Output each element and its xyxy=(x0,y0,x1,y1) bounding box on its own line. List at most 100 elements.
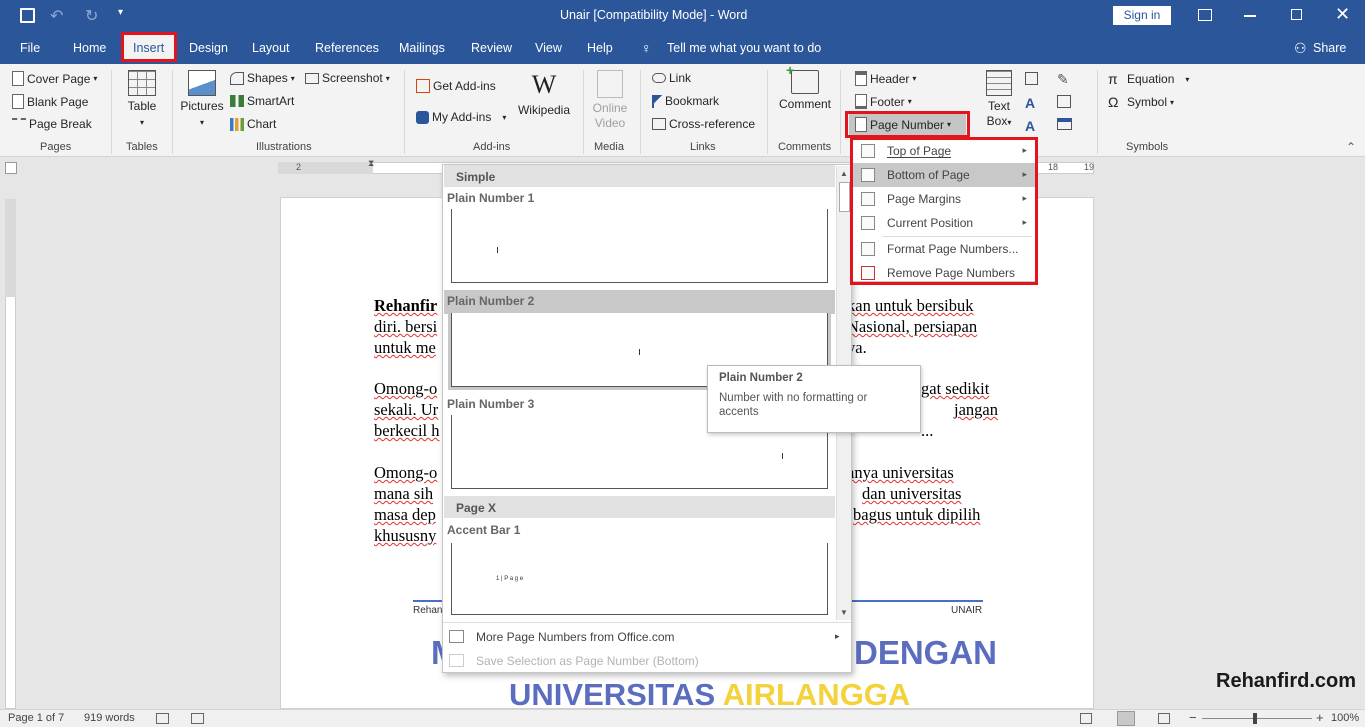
comments-group-label: Comments xyxy=(778,141,832,153)
tab-file[interactable]: File xyxy=(20,41,40,55)
date-time-icon[interactable] xyxy=(1057,95,1071,108)
equation-icon: π xyxy=(1108,71,1118,87)
restore-icon[interactable] xyxy=(1291,9,1302,20)
doc-line: Omong-o xyxy=(374,379,438,398)
link-icon xyxy=(652,73,666,83)
tab-review[interactable]: Review xyxy=(471,41,512,55)
page-break-button[interactable]: Page Break xyxy=(12,117,92,131)
save-icon[interactable] xyxy=(20,8,35,23)
more-page-numbers-item[interactable]: More Page Numbers from Office.com ▸ xyxy=(443,626,851,648)
doc-line: Omong-o xyxy=(374,463,438,482)
tab-mailings[interactable]: Mailings xyxy=(399,41,445,55)
separator xyxy=(840,70,841,154)
equation-button[interactable]: π Equation ▾ xyxy=(1108,71,1189,87)
word-count[interactable]: 919 words xyxy=(84,712,135,724)
online-video-button[interactable]: Online Video xyxy=(590,70,630,131)
undo-icon[interactable]: ↶ xyxy=(50,6,63,26)
print-layout-icon[interactable] xyxy=(1117,711,1135,726)
chart-icon xyxy=(230,117,244,131)
scroll-thumb[interactable] xyxy=(839,182,850,212)
watermark: Rehanfird.com xyxy=(1216,670,1357,692)
comment-button[interactable]: + Comment xyxy=(775,63,835,112)
gallery-label-plain1: Plain Number 1 xyxy=(447,191,535,205)
tab-help[interactable]: Help xyxy=(587,41,613,55)
read-mode-icon[interactable] xyxy=(1080,713,1092,724)
share-button[interactable]: Share xyxy=(1313,41,1346,55)
separator xyxy=(111,70,112,154)
chart-button[interactable]: Chart xyxy=(230,117,276,131)
ribbon-display-icon[interactable] xyxy=(1198,9,1212,21)
zoom-out-icon[interactable]: − xyxy=(1189,710,1197,725)
blank-page-button[interactable]: Blank Page xyxy=(12,94,88,109)
footer-button[interactable]: Footer ▾ xyxy=(855,94,912,109)
zoom-level[interactable]: 100% xyxy=(1331,712,1359,724)
tab-home[interactable]: Home xyxy=(73,41,106,55)
wikipedia-button[interactable]: W Wikipedia xyxy=(516,70,572,118)
header-button[interactable]: Header ▾ xyxy=(855,71,916,86)
collapse-ribbon-icon[interactable]: ⌃ xyxy=(1346,140,1356,154)
macro-icon[interactable] xyxy=(191,713,204,724)
shapes-button[interactable]: Shapes ▾ xyxy=(230,71,295,85)
cover-page-button[interactable]: Cover Page ▾ xyxy=(12,71,97,86)
zoom-in-icon[interactable]: + xyxy=(1316,710,1324,725)
scroll-up-icon[interactable]: ▲ xyxy=(840,169,848,178)
signature-line-icon[interactable]: ✎ xyxy=(1057,71,1069,88)
customize-qat-icon[interactable]: ▾ xyxy=(118,7,123,18)
save-selection-label: Save Selection as Page Number (Bottom) xyxy=(476,654,699,668)
drop-cap-icon[interactable]: A xyxy=(1025,118,1035,134)
symbol-button[interactable]: Ω Symbol ▾ xyxy=(1108,94,1174,110)
ruler-margin-left xyxy=(278,162,373,174)
table-button[interactable]: Table ▾ xyxy=(122,70,162,130)
minimize-icon[interactable] xyxy=(1244,15,1256,17)
separator xyxy=(172,70,173,154)
cross-reference-icon xyxy=(652,118,666,130)
redo-icon[interactable]: ↻ xyxy=(85,6,98,26)
proofing-icon[interactable] xyxy=(156,713,169,724)
doc-line: khususny xyxy=(374,526,437,545)
save-selection-icon xyxy=(449,654,464,667)
tab-selector[interactable] xyxy=(5,162,17,174)
pictures-icon xyxy=(188,70,216,96)
doc-line: masa dep xyxy=(374,505,436,524)
status-bar: Page 1 of 7 919 words − + 100% xyxy=(0,709,1365,727)
link-button[interactable]: Link xyxy=(652,71,691,85)
wordart-icon[interactable]: A xyxy=(1025,95,1035,111)
sign-in-button[interactable]: Sign in xyxy=(1113,6,1171,25)
page-count[interactable]: Page 1 of 7 xyxy=(8,712,64,724)
tell-me-search[interactable]: Tell me what you want to do xyxy=(667,41,821,55)
my-addins-button[interactable]: My Add-ins ▾ xyxy=(416,110,506,124)
gallery-label-plain2: Plain Number 2 xyxy=(447,294,535,308)
close-icon[interactable]: ✕ xyxy=(1335,4,1350,25)
separator xyxy=(583,70,584,154)
screenshot-button[interactable]: Screenshot ▾ xyxy=(305,71,390,85)
submenu-arrow-icon: ▸ xyxy=(835,631,840,641)
object-icon[interactable] xyxy=(1057,118,1072,130)
pictures-button[interactable]: Pictures ▾ xyxy=(179,70,225,130)
doc-line-right: dan universitas xyxy=(862,484,962,503)
tab-layout[interactable]: Layout xyxy=(252,41,290,55)
indent-marker[interactable]: ⧗ xyxy=(368,158,374,169)
ruler-number: 2 xyxy=(296,162,302,172)
banner-text-right: DENGAN xyxy=(854,634,998,671)
scroll-down-icon[interactable]: ▼ xyxy=(840,608,848,617)
tab-view[interactable]: View xyxy=(535,41,562,55)
web-layout-icon[interactable] xyxy=(1158,713,1170,724)
doc-line-right: ... xyxy=(921,421,934,440)
bookmark-button[interactable]: Bookmark xyxy=(652,94,719,108)
zoom-slider-thumb[interactable] xyxy=(1253,713,1257,724)
tooltip-description: Number with no formatting or accents xyxy=(719,392,868,418)
tooltip-title: Plain Number 2 xyxy=(719,372,803,384)
smartart-button[interactable]: SmartArt xyxy=(230,94,294,108)
zoom-slider[interactable] xyxy=(1202,718,1312,719)
text-box-button[interactable]: Text Box▾ xyxy=(979,70,1019,130)
doc-line-right: jangan xyxy=(954,400,998,419)
footer-icon xyxy=(855,94,867,109)
tab-references[interactable]: References xyxy=(315,41,379,55)
gallery-item-plain-number-1[interactable] xyxy=(451,209,828,283)
cross-reference-button[interactable]: Cross-reference xyxy=(652,117,755,131)
online-video-icon xyxy=(597,70,623,98)
gallery-item-accent-bar-1[interactable]: 1 | P a g e xyxy=(451,543,828,615)
get-addins-button[interactable]: Get Add-ins xyxy=(416,79,496,93)
tab-design[interactable]: Design xyxy=(189,41,228,55)
quick-parts-icon[interactable] xyxy=(1025,72,1038,85)
